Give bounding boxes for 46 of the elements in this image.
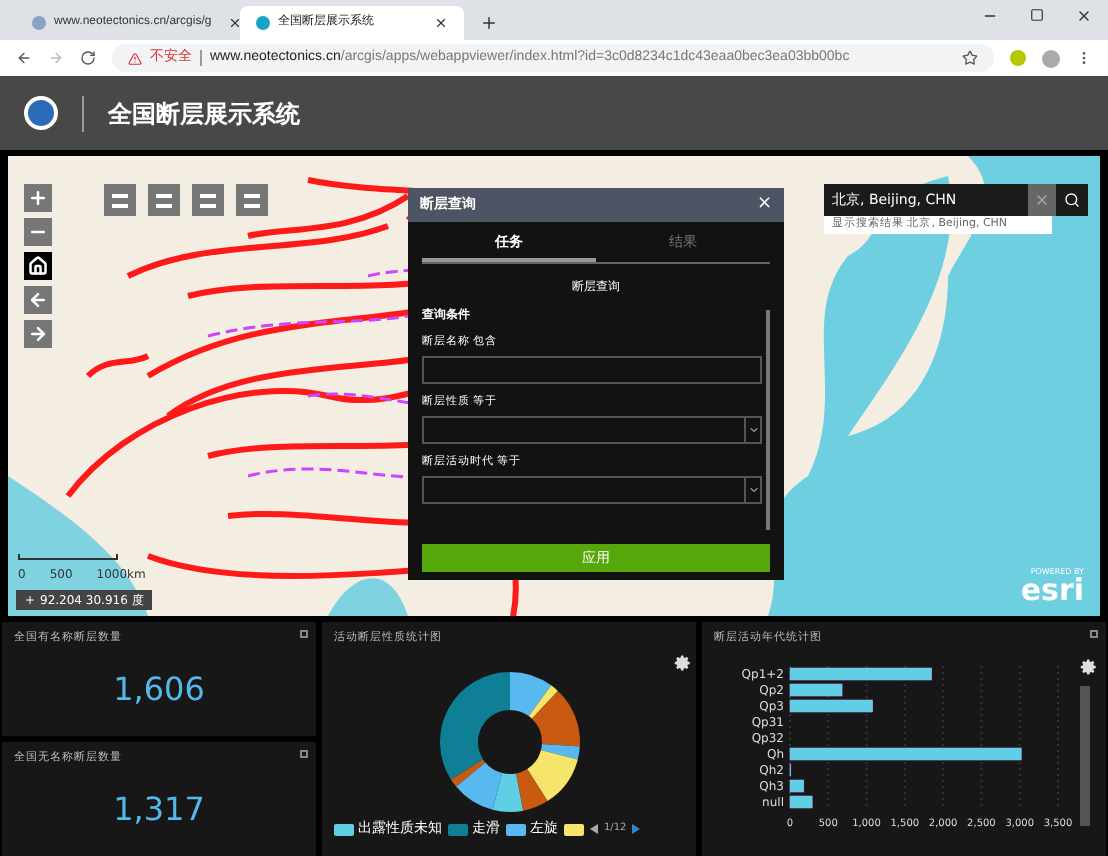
forward-icon[interactable] [24, 320, 52, 348]
count-value: 1,317 [111, 788, 207, 833]
chart-scrollbar[interactable] [1080, 686, 1090, 826]
site-icon [32, 16, 46, 30]
maximize-icon[interactable] [300, 750, 308, 758]
star-icon[interactable] [962, 50, 978, 66]
caret-icon [747, 424, 759, 436]
count-value: 1,606 [111, 668, 207, 713]
maximize-icon[interactable] [1030, 8, 1044, 22]
zoom-in-icon[interactable] [24, 184, 52, 212]
crosshair-icon[interactable] [24, 594, 36, 606]
settings-icon[interactable] [1080, 658, 1098, 676]
zoom-out-icon[interactable] [24, 218, 52, 246]
previous-page-icon[interactable] [590, 824, 598, 834]
bar [789, 668, 932, 681]
logo-icon [24, 96, 58, 130]
new-tab-icon[interactable] [480, 14, 498, 32]
search-icon [1064, 192, 1080, 208]
name-input[interactable] [422, 355, 762, 384]
bar [789, 700, 873, 713]
select-field[interactable] [422, 416, 762, 444]
scale-bar [18, 554, 118, 560]
reload-icon[interactable] [80, 50, 96, 66]
caret-icon [747, 484, 759, 497]
back-icon[interactable] [16, 50, 32, 66]
app-title: 全国断层展示系统 [108, 97, 300, 131]
list-icon[interactable] [104, 184, 136, 216]
close-button[interactable]: × [756, 191, 772, 219]
close-icon[interactable] [434, 16, 448, 30]
bar [789, 780, 805, 793]
warning-icon [128, 51, 142, 65]
close-icon[interactable] [1076, 8, 1092, 24]
bar [789, 796, 813, 809]
esri-logo: esri [1020, 576, 1084, 606]
next-page-icon[interactable] [632, 824, 641, 834]
back-icon[interactable] [24, 286, 52, 314]
select-field[interactable] [422, 476, 762, 505]
scrollbar[interactable] [766, 309, 770, 529]
settings-icon[interactable] [674, 654, 692, 672]
site-icon [256, 16, 270, 30]
close-icon [1034, 192, 1050, 208]
bar [789, 684, 843, 697]
close-icon[interactable] [227, 16, 242, 30]
maximize-icon[interactable] [1090, 630, 1098, 638]
maximize-icon[interactable] [300, 630, 308, 638]
home-icon[interactable] [24, 252, 52, 280]
